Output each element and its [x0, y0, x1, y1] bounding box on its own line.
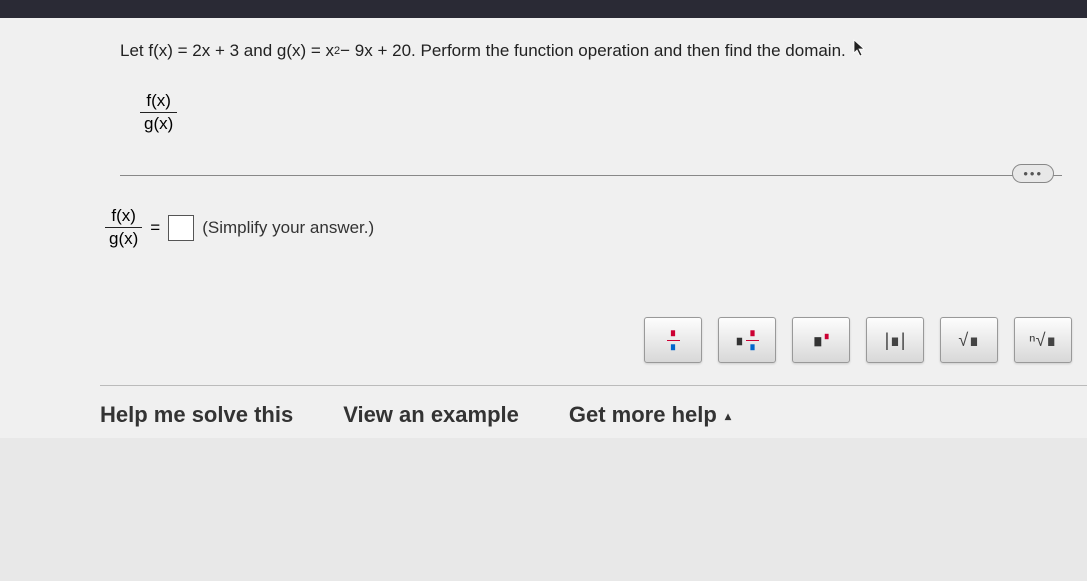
view-example-link[interactable]: View an example [343, 402, 519, 428]
problem-statement: Let f(x) = 2x + 3 and g(x) = x2 − 9x + 2… [120, 38, 1062, 63]
problem-text-suffix: − 9x + 20. Perform the function operatio… [340, 41, 846, 61]
abs-icon: |∎| [885, 330, 906, 351]
more-options-button[interactable]: ••• [1012, 164, 1054, 183]
problem-text-prefix: Let f(x) = 2x + 3 and g(x) = x [120, 41, 334, 61]
equals-sign: = [150, 218, 160, 238]
get-more-help-link[interactable]: Get more help ▴ [569, 402, 731, 428]
caret-up-icon: ▴ [725, 409, 731, 423]
answer-denominator: g(x) [105, 227, 142, 249]
sqrt-tool-button[interactable]: √∎ [940, 317, 998, 363]
help-solve-link[interactable]: Help me solve this [100, 402, 293, 428]
fraction-numerator: f(x) [142, 91, 175, 112]
answer-numerator: f(x) [107, 206, 140, 227]
answer-input-box[interactable] [168, 215, 194, 241]
fraction-tool-button[interactable]: ∎∎ [644, 317, 702, 363]
absolute-value-tool-button[interactable]: |∎| [866, 317, 924, 363]
problem-panel: Let f(x) = 2x + 3 and g(x) = x2 − 9x + 2… [0, 18, 1087, 438]
answer-fraction: f(x) g(x) [105, 206, 142, 250]
mixed-number-icon: ∎∎∎ [735, 328, 759, 353]
exponent-icon: ∎∎ [812, 330, 830, 351]
answer-hint: (Simplify your answer.) [202, 218, 374, 238]
expression-display: f(x) g(x) [140, 91, 1062, 135]
window-top-bar [0, 0, 1087, 18]
fraction-denominator: g(x) [140, 112, 177, 134]
fraction-fx-gx: f(x) g(x) [140, 91, 177, 135]
mixed-number-tool-button[interactable]: ∎∎∎ [718, 317, 776, 363]
get-more-help-label: Get more help [569, 402, 717, 427]
sqrt-icon: √∎ [958, 330, 979, 351]
cursor-icon [852, 38, 868, 63]
section-divider [120, 175, 1062, 176]
nthroot-tool-button[interactable]: ⁿ√∎ [1014, 317, 1072, 363]
nthroot-icon: ⁿ√∎ [1029, 330, 1057, 351]
help-bar: Help me solve this View an example Get m… [100, 385, 1087, 428]
answer-row: f(x) g(x) = (Simplify your answer.) [105, 206, 1062, 250]
fraction-icon: ∎∎ [667, 328, 680, 353]
math-toolbar: ∎∎ ∎∎∎ ∎∎ |∎| √∎ ⁿ√∎ [644, 317, 1072, 363]
exponent-tool-button[interactable]: ∎∎ [792, 317, 850, 363]
